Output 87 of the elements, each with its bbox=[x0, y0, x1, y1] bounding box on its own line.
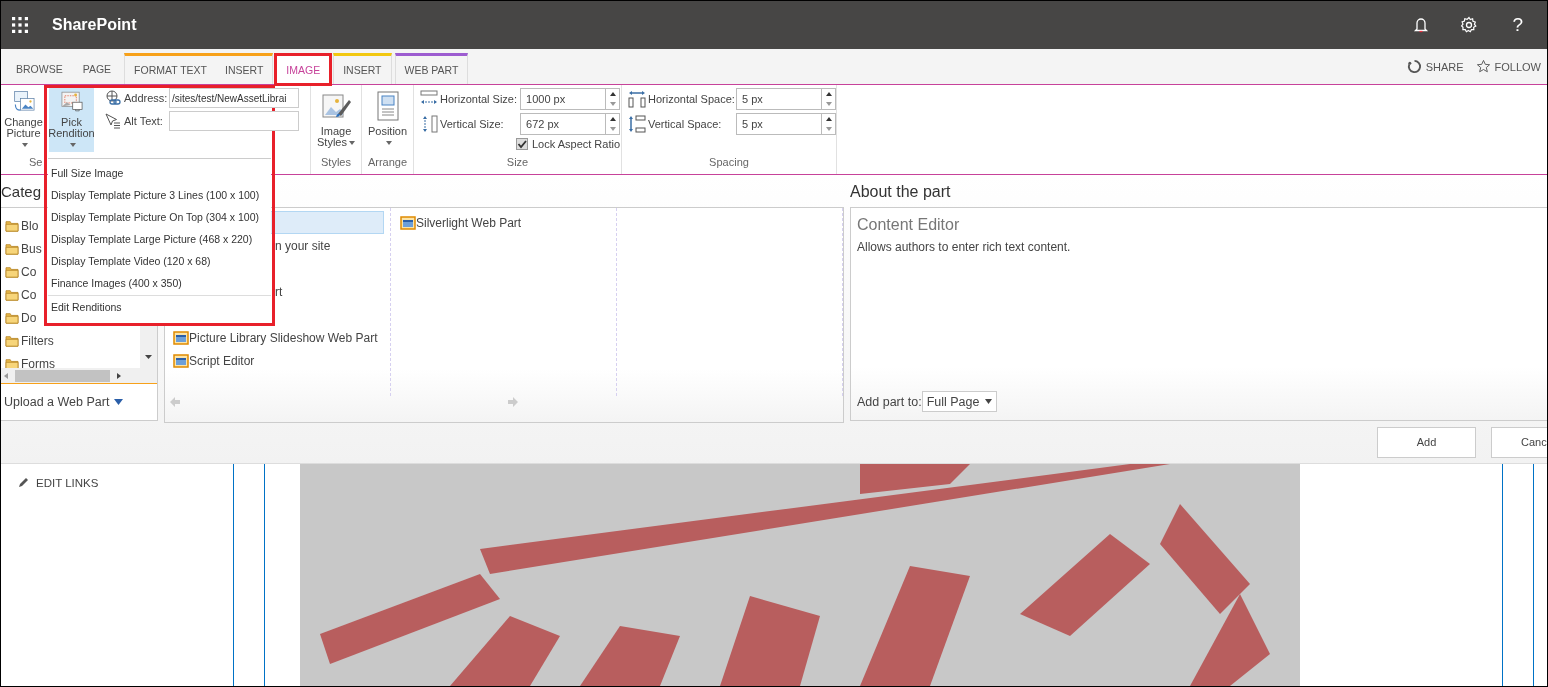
caret-icon bbox=[69, 143, 76, 148]
add-button[interactable]: Add bbox=[1377, 426, 1476, 458]
pick-rendition-button[interactable]: Pick Rendition bbox=[49, 88, 94, 152]
category-item[interactable]: Forms bbox=[21, 356, 55, 368]
ribbon-tab[interactable]: INSERT bbox=[334, 56, 391, 84]
star-icon bbox=[1475, 59, 1491, 74]
folder-icon bbox=[5, 288, 19, 301]
checkbox[interactable] bbox=[516, 138, 528, 150]
change-picture-button[interactable]: Change Picture bbox=[1, 88, 46, 152]
image-styles-button[interactable]: Image Styles bbox=[313, 88, 359, 152]
ribbon-tab[interactable]: WEB PART bbox=[395, 56, 468, 84]
sync-icon bbox=[1406, 59, 1422, 74]
folder-icon bbox=[5, 219, 19, 232]
share-button[interactable]: SHARE bbox=[1400, 54, 1470, 79]
upload-link[interactable]: Upload a Web Part bbox=[1, 383, 157, 419]
field-label: Horizontal Space: bbox=[648, 93, 734, 105]
caret-icon bbox=[985, 399, 993, 404]
group-label: Se bbox=[29, 156, 43, 170]
folder-icon bbox=[5, 311, 19, 324]
ribbon-tab[interactable]: FORMAT TEXT bbox=[125, 56, 216, 84]
part-description: Allows authors to enter rich text content. bbox=[857, 240, 1072, 254]
category-item[interactable]: Blo bbox=[21, 218, 39, 233]
menu-item[interactable]: Display Template Large Picture (468 x 220) bbox=[48, 228, 271, 250]
position-button[interactable]: Position bbox=[365, 88, 410, 152]
folder-icon bbox=[5, 265, 19, 278]
field-label: Address: bbox=[124, 92, 166, 104]
ribbon-tab[interactable]: IMAGE bbox=[277, 56, 330, 84]
category-item[interactable]: Filters bbox=[21, 333, 54, 348]
web-part-icon bbox=[173, 330, 189, 345]
web-part-item[interactable]: Silverlight Web Part bbox=[399, 211, 616, 234]
app-launcher-icon[interactable] bbox=[12, 17, 28, 33]
group-label: Arrange bbox=[367, 156, 408, 170]
folder-icon bbox=[5, 334, 19, 347]
cancel-button[interactable]: Canc bbox=[1491, 426, 1547, 458]
menu-item[interactable]: Display Template Picture 3 Lines (100 x 100) bbox=[48, 184, 271, 206]
horizontal-space-icon bbox=[628, 90, 646, 108]
field-label: Alt Text: bbox=[124, 115, 164, 127]
zone-dropdown[interactable]: Full Page bbox=[921, 391, 998, 412]
part-name: Content Editor bbox=[857, 216, 961, 234]
field-label: Add part to: bbox=[857, 394, 922, 409]
menu-item[interactable]: Finance Images (400 x 350) bbox=[48, 272, 271, 294]
category-item[interactable]: Co bbox=[21, 287, 37, 302]
alt-text-field[interactable] bbox=[169, 111, 299, 131]
section-title: About the part bbox=[850, 182, 952, 202]
vertical-space-icon bbox=[628, 115, 646, 133]
globe-link-icon bbox=[105, 90, 121, 106]
category-item[interactable]: Co bbox=[21, 264, 37, 279]
caret-icon bbox=[349, 141, 355, 146]
menu-item[interactable]: Display Template Video (120 x 68) bbox=[48, 250, 271, 272]
edit-links-button[interactable]: EDIT LINKS bbox=[17, 476, 99, 489]
group-label: Size bbox=[506, 156, 529, 170]
group-label: Spacing bbox=[709, 156, 749, 170]
height-icon bbox=[420, 115, 438, 133]
field-label: Vertical Space: bbox=[648, 118, 723, 130]
spin-field[interactable]: 5 px bbox=[736, 88, 822, 110]
spin-field[interactable]: 672 px bbox=[520, 113, 607, 135]
web-part-item[interactable]: Script Editor bbox=[172, 349, 384, 372]
caret-icon bbox=[114, 398, 124, 405]
checkmark-icon bbox=[517, 139, 527, 149]
field-label: Vertical Size: bbox=[440, 118, 505, 130]
group-label: Styles bbox=[321, 156, 351, 170]
menu-item[interactable]: Edit Renditions bbox=[48, 296, 271, 318]
follow-button[interactable]: FOLLOW bbox=[1469, 54, 1547, 79]
scrollbar[interactable] bbox=[1, 368, 157, 383]
category-item[interactable]: Do bbox=[21, 310, 37, 325]
menu-item[interactable]: Full Size Image bbox=[48, 162, 271, 184]
category-item[interactable]: Bus bbox=[21, 241, 42, 256]
ribbon-tab[interactable]: BROWSE bbox=[6, 53, 73, 84]
folder-icon bbox=[5, 242, 19, 255]
settings-icon[interactable] bbox=[1460, 16, 1479, 34]
help-button[interactable]: ? bbox=[1506, 13, 1529, 37]
checkbox-label: Lock Aspect Ratio bbox=[532, 138, 621, 150]
caret-icon bbox=[385, 141, 392, 146]
section-title: Categ bbox=[1, 182, 42, 202]
menu-item[interactable]: Display Template Picture On Top (304 x 100) bbox=[48, 206, 271, 228]
ribbon-tab[interactable]: PAGE bbox=[72, 53, 122, 84]
spin-field[interactable]: 1000 px bbox=[520, 88, 607, 110]
web-part-icon bbox=[400, 215, 416, 230]
caret-icon bbox=[21, 143, 28, 148]
spin-field[interactable]: 5 px bbox=[736, 113, 822, 135]
web-part-icon bbox=[173, 353, 189, 368]
app-title: SharePoint bbox=[52, 16, 137, 34]
pencil-icon bbox=[17, 476, 30, 489]
ribbon-tab[interactable]: INSERT bbox=[216, 56, 273, 84]
address-field[interactable]: /sites/test/NewAssetLibrai bbox=[169, 88, 299, 108]
cursor-text-icon bbox=[105, 113, 121, 129]
web-part-item[interactable]: Picture Library Slideshow Web Part bbox=[172, 326, 384, 349]
